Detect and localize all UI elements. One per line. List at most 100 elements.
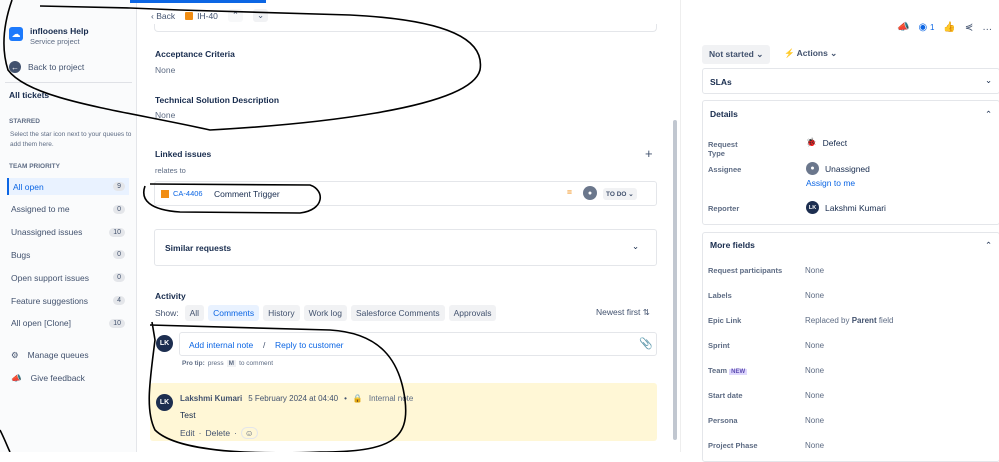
field-value[interactable]: Replaced by Parent field <box>805 316 894 325</box>
field-value[interactable]: None <box>805 366 824 375</box>
filter-button[interactable]: Comments <box>208 305 260 321</box>
field-label: Epic Link <box>708 316 741 325</box>
project-name: inflooens Help <box>30 26 89 36</box>
field-value[interactable]: None <box>805 266 824 275</box>
comment-composer[interactable]: Add internal note / Reply to customer 📎 <box>179 332 657 356</box>
watch-count: 1 <box>929 23 935 32</box>
queue-label: Open support issues <box>11 272 89 283</box>
queue-item[interactable]: Feature suggestions 4 <box>7 292 129 309</box>
field-label: Reporter <box>708 204 740 213</box>
status-button[interactable]: Not started ⌄ <box>702 45 771 64</box>
attachment-icon[interactable]: 📎 <box>639 337 653 350</box>
field-label: Persona <box>708 416 738 425</box>
queue-label: All open <box>13 181 44 192</box>
filter-button[interactable]: History <box>263 305 300 321</box>
gear-icon: ⚙ <box>11 350 19 360</box>
queue-item[interactable]: All open [Clone] 10 <box>7 315 129 332</box>
pro-tip: Pro tip: press Mto comment <box>182 360 273 367</box>
similar-label: Similar requests <box>165 243 232 253</box>
issue-key: IH-40 <box>185 11 218 21</box>
arrow-left-icon: ← <box>9 61 21 73</box>
queue-count: 10 <box>109 227 125 237</box>
comment-item: LK Lakshmi Kumari 5 February 2024 at 04:… <box>150 383 657 441</box>
back-label: Back <box>156 10 176 21</box>
slas-panel[interactable]: SLAs ⌄ <box>702 68 999 94</box>
field-value[interactable]: ● Unassigned <box>806 162 870 175</box>
add-link-button[interactable]: + <box>645 146 653 161</box>
activity-label: Activity <box>155 291 186 301</box>
field-label: Request Type <box>708 140 738 158</box>
field-label-text: Request participants <box>708 266 783 275</box>
assign-to-me-link[interactable]: Assign to me <box>806 178 855 188</box>
actions-button[interactable]: ⚡ Actions ⌄ <box>784 48 837 59</box>
share-icon[interactable]: ⋞ <box>965 22 973 33</box>
linked-issue-key[interactable]: CA-4406 <box>173 189 203 198</box>
reply-to-customer-button[interactable]: Reply to customer <box>275 340 344 350</box>
show-label: Show: <box>155 308 179 318</box>
add-internal-note-button[interactable]: Add internal note <box>189 340 253 350</box>
feedback-megaphone-icon[interactable]: 📣 <box>897 22 909 33</box>
filter-button[interactable]: Salesforce Comments <box>351 305 445 321</box>
issue-type-icon <box>161 190 169 198</box>
team-priority-heading: TEAM PRIORITY <box>9 163 60 170</box>
similar-requests[interactable]: Similar requests ⌄ <box>154 229 657 266</box>
status-dropdown[interactable]: TO DO ⌄ <box>603 188 637 200</box>
comment-date[interactable]: 5 February 2024 at 04:40 <box>248 394 338 403</box>
field-label-text: Start date <box>708 391 743 400</box>
chevron-up-icon[interactable]: ⌃ <box>985 240 992 251</box>
field-value[interactable]: 🐞 Defect <box>806 137 847 148</box>
tip-key: M <box>226 360 237 367</box>
chevron-up-icon[interactable]: ⌃ <box>985 109 992 120</box>
field-value-text: Unassigned <box>825 163 870 174</box>
filter-button[interactable]: Approvals <box>448 305 497 321</box>
field-value[interactable]: None <box>805 441 824 450</box>
queue-item[interactable]: Bugs 0 <box>7 246 129 263</box>
queue-item[interactable]: Assigned to me 0 <box>7 201 129 218</box>
next-issue-button[interactable]: ⌄ <box>253 9 269 22</box>
back-to-project[interactable]: ← Back to project <box>9 61 84 73</box>
field-label: Assignee <box>708 165 742 174</box>
field-value[interactable]: None <box>805 291 824 300</box>
give-feedback[interactable]: 📣 Give feedback <box>11 373 85 384</box>
technical-value[interactable]: None <box>155 110 175 120</box>
thumbs-up-icon[interactable]: 👍 <box>943 22 955 33</box>
comment-author[interactable]: Lakshmi Kumari <box>180 394 242 403</box>
project-logo-icon: ☁ <box>9 27 23 41</box>
back-button[interactable]: ‹ Back <box>151 11 175 21</box>
linked-issue-summary[interactable]: Comment Trigger <box>214 189 280 199</box>
issue-sidebar: 📣 ◉ 1 👍 ⋞ … Not started ⌄ ⚡ Actions ⌄ SL… <box>680 0 999 462</box>
relation-label: relates to <box>155 166 186 175</box>
filter-button[interactable]: Work log <box>303 305 348 321</box>
queue-count: 0 <box>113 273 125 283</box>
manage-queues[interactable]: ⚙ Manage queues <box>11 350 89 361</box>
delete-comment-button[interactable]: Delete <box>206 428 231 438</box>
lock-icon: 🔒 <box>352 394 363 403</box>
field-value[interactable]: None <box>805 416 824 425</box>
field-value[interactable]: None <box>805 341 824 350</box>
more-icon[interactable]: … <box>982 22 992 33</box>
add-reaction-icon[interactable]: ☺ <box>240 427 258 439</box>
comment-body: Test <box>180 410 196 420</box>
edit-comment-button[interactable]: Edit <box>180 428 195 438</box>
linked-issue-row[interactable]: CA-4406 Comment Trigger = ● TO DO ⌄ <box>154 181 657 206</box>
project-type: Service project <box>30 37 80 46</box>
linked-issues-label: Linked issues <box>155 149 212 159</box>
queue-item[interactable]: All open 9 <box>7 178 129 195</box>
field-value[interactable]: None <box>805 391 824 400</box>
filter-button[interactable]: All <box>184 305 205 321</box>
all-tickets[interactable]: All tickets <box>9 90 49 100</box>
watch-button[interactable]: ◉ 1 <box>918 22 934 33</box>
sort-button[interactable]: Newest first ⇅ <box>596 307 650 318</box>
field-value[interactable]: LK Lakshmi Kumari <box>806 201 886 214</box>
queue-count: 0 <box>113 204 125 214</box>
field-label-text: Sprint <box>708 341 730 350</box>
scrollbar[interactable] <box>673 120 677 440</box>
queue-item[interactable]: Open support issues 0 <box>7 269 129 286</box>
status-label: TO DO <box>606 191 627 198</box>
acceptance-value[interactable]: None <box>155 65 175 75</box>
queue-item[interactable]: Unassigned issues 10 <box>7 224 129 241</box>
activity-filters: Show: All Comments History Work log Salesforc… <box>155 305 497 321</box>
queue-label: Feature suggestions <box>11 295 89 306</box>
previous-issue-button[interactable]: ⌃ <box>227 9 244 22</box>
sort-label: Newest first <box>596 307 641 317</box>
